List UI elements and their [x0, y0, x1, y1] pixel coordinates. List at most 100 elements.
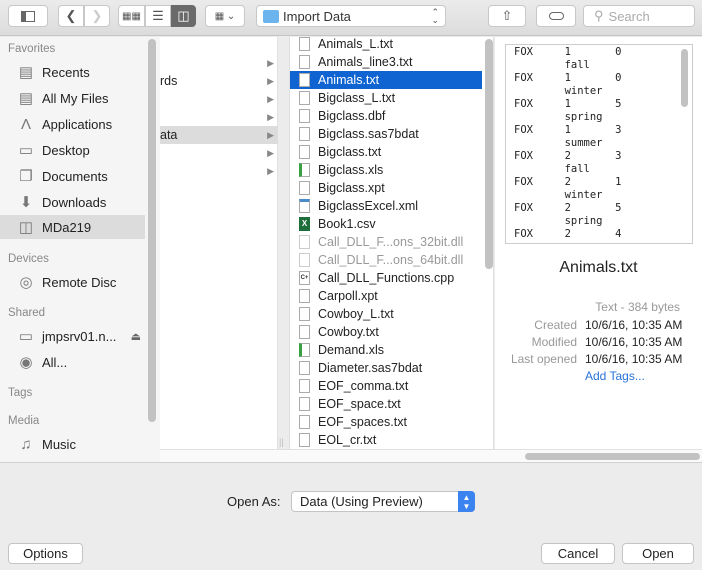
file-row[interactable]: Demand.xls: [290, 341, 482, 359]
select-arrows-icon: ▲ ▼: [458, 491, 475, 512]
updown-icon: ⌃ ⌄: [431, 7, 439, 25]
arrange-icon: ▦ ⌄: [214, 10, 236, 22]
folder-row[interactable]: ata ▶: [160, 126, 278, 144]
preview-line: spring: [514, 111, 603, 123]
file-row[interactable]: Diameter.sas7bdat: [290, 359, 482, 377]
file-row[interactable]: EOF_spaces.txt: [290, 413, 482, 431]
file-row[interactable]: EOF_space.txt: [290, 395, 482, 413]
options-button[interactable]: Options: [8, 543, 83, 564]
media-header: Media: [8, 415, 40, 427]
file-row[interactable]: Cowboy_L.txt: [290, 305, 482, 323]
back-button[interactable]: ❮: [58, 5, 84, 27]
arrange-button[interactable]: ▦ ⌄: [205, 5, 245, 27]
file-name: EOF_comma.txt: [318, 379, 409, 393]
file-row[interactable]: Bigclass.txt: [290, 143, 482, 161]
add-tags-link[interactable]: Add Tags...: [585, 369, 645, 383]
sidebar-item-mda219[interactable]: ◫ MDa219: [0, 215, 145, 239]
file-name: Animals.txt: [318, 73, 380, 87]
file-row[interactable]: EOL_cr.txt: [290, 431, 482, 449]
list-view-button[interactable]: ☰: [145, 5, 171, 27]
icon-view-button[interactable]: ▦▦: [118, 5, 145, 27]
file-name: Bigclass.xpt: [318, 181, 385, 195]
tags-button[interactable]: [536, 5, 576, 27]
open-as-value: Data (Using Preview): [300, 494, 423, 509]
file-row[interactable]: Animals_line3.txt: [290, 53, 482, 71]
file-row[interactable]: BigclassExcel.xml: [290, 197, 482, 215]
location-popup[interactable]: Import Data ⌃ ⌄: [256, 5, 446, 27]
cancel-button[interactable]: Cancel: [541, 543, 615, 564]
file-row[interactable]: Cowboy.txt: [290, 323, 482, 341]
file-row[interactable]: Bigclass.dbf: [290, 107, 482, 125]
sidebar-scrollbar[interactable]: [148, 39, 156, 422]
modified-label: Modified: [531, 335, 577, 349]
disclosure-arrow-icon: ▶: [267, 130, 274, 140]
sidebar-toggle-button[interactable]: [8, 5, 48, 27]
file-column-scrollbar[interactable]: [485, 39, 493, 269]
disclosure-arrow-icon: ▶: [267, 166, 274, 176]
csv-file-icon: X: [299, 217, 310, 231]
parent-column: ▶ rds ▶ ▶ ▶ ata ▶ ▶ ▶: [160, 37, 278, 449]
file-row[interactable]: Animals.txt: [290, 71, 482, 89]
disk-icon: ◫: [18, 219, 34, 236]
disclosure-arrow-icon: ▶: [267, 58, 274, 68]
desktop-icon: ▭: [18, 142, 34, 159]
sidebar-item-label: Applications: [42, 116, 113, 132]
share-icon: ⇧: [501, 8, 513, 23]
folder-row[interactable]: ▶: [160, 54, 278, 72]
folder-icon: [263, 9, 279, 23]
share-button[interactable]: ⇧: [488, 5, 526, 27]
sidebar-item-label: All My Files: [42, 90, 109, 106]
folder-row[interactable]: ▶: [160, 162, 278, 180]
sidebar-item-applications[interactable]: Λ Applications: [0, 112, 145, 136]
file-row[interactable]: Carpoll.xpt: [290, 287, 482, 305]
sidebar-item-music[interactable]: ♫ Music: [0, 432, 145, 456]
sidebar-item-all-my-files[interactable]: ▤ All My Files: [0, 86, 145, 110]
file-row[interactable]: EOF_comma.txt: [290, 377, 482, 395]
search-placeholder: Search: [608, 8, 650, 24]
sidebar-item-documents[interactable]: ❐ Documents: [0, 164, 145, 188]
sidebar-item-all[interactable]: ◉ All...: [0, 350, 145, 374]
disclosure-arrow-icon: ▶: [267, 148, 274, 158]
eject-icon[interactable]: ⏏: [131, 330, 141, 343]
sidebar-item-desktop[interactable]: ▭ Desktop: [0, 138, 145, 162]
file-row[interactable]: Bigclass.xls: [290, 161, 482, 179]
folder-row[interactable]: rds ▶: [160, 72, 278, 90]
sidebar-item-jmpsrv01[interactable]: ▭ jmpsrv01.n... ⏏: [0, 324, 145, 348]
horizontal-scrollbar[interactable]: [525, 453, 700, 460]
preview-scrollbar[interactable]: [681, 49, 688, 107]
file-row[interactable]: Call_DLL_F...ons_32bit.dll: [290, 233, 482, 251]
open-as-select[interactable]: Data (Using Preview) ▲ ▼: [291, 491, 475, 512]
created-label: Created: [534, 318, 577, 332]
folder-row[interactable]: ▶: [160, 144, 278, 162]
applications-icon: Λ: [20, 115, 32, 133]
preview-line: FOX 1 3: [514, 124, 622, 136]
folder-row[interactable]: ▶: [160, 90, 278, 108]
file-name: EOF_space.txt: [318, 397, 401, 411]
file-row[interactable]: X Book1.csv: [290, 215, 482, 233]
preview-line: FOX 1 0: [514, 46, 622, 58]
sidebar-item-downloads[interactable]: ⬇ Downloads: [0, 190, 145, 214]
open-button[interactable]: Open: [622, 543, 694, 564]
file-row[interactable]: Bigclass_L.txt: [290, 89, 482, 107]
folder-row[interactable]: ▶: [160, 108, 278, 126]
file-name: Call_DLL_Functions.cpp: [318, 271, 455, 285]
file-name: Cowboy.txt: [318, 325, 379, 339]
file-row[interactable]: Animals_L.txt: [290, 35, 482, 53]
columns-icon: ◫: [177, 8, 190, 23]
sidebar-item-label: All...: [42, 354, 68, 370]
forward-button[interactable]: ❯: [84, 5, 110, 27]
search-input[interactable]: ⚲ Search: [583, 5, 695, 27]
file-row[interactable]: C+ Call_DLL_Functions.cpp: [290, 269, 482, 287]
sidebar-item-recents[interactable]: ▤ Recents: [0, 60, 145, 84]
sidebar-item-label: Desktop: [42, 142, 90, 158]
folder-name: rds: [160, 74, 178, 88]
preview-line: fall: [514, 163, 590, 175]
column-resize-handle[interactable]: ||: [279, 437, 284, 447]
file-row[interactable]: Call_DLL_F...ons_64bit.dll: [290, 251, 482, 269]
file-row[interactable]: Bigclass.sas7bdat: [290, 125, 482, 143]
open-label: Open: [642, 546, 674, 561]
column-view-button[interactable]: ◫: [171, 5, 196, 27]
documents-icon: ❐: [19, 168, 33, 185]
file-row[interactable]: Bigclass.xpt: [290, 179, 482, 197]
sidebar-item-remote-disc[interactable]: ◎ Remote Disc: [0, 270, 145, 294]
